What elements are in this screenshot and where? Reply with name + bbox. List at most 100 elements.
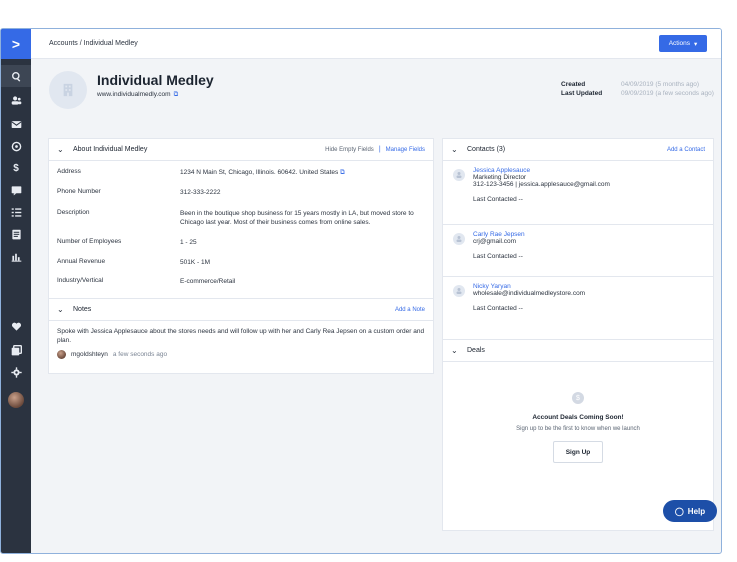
contact-detail: crj@gmail.com: [473, 238, 517, 245]
about-row: Annual Revenue 501K - 1M: [49, 258, 433, 277]
contact-name[interactable]: Jessica Applesauce: [473, 167, 705, 174]
created-label: Created: [561, 81, 586, 88]
contact-role: Marketing Director: [473, 174, 527, 181]
building-icon: [49, 71, 87, 109]
note-text: Spoke with Jessica Applesauce about the …: [57, 328, 425, 345]
page-title: Individual Medley: [97, 72, 214, 88]
field-label: Phone Number: [57, 188, 101, 195]
contacts-panel: ⌄ Contacts (3) Add a Contact Jessica App…: [442, 138, 714, 358]
caret-down-icon: ▾: [694, 40, 698, 48]
user-avatar[interactable]: [1, 389, 31, 411]
last-contacted: Last Contacted --: [473, 305, 523, 312]
reports-icon[interactable]: [1, 245, 31, 267]
about-panel: ⌄ About Individual Medley Hide Empty Fie…: [48, 138, 434, 318]
external-link-icon[interactable]: ⧉: [340, 169, 345, 176]
document-icon[interactable]: [1, 223, 31, 245]
last-contacted: Last Contacted --: [473, 196, 523, 203]
breadcrumb[interactable]: Accounts / Individual Medley: [49, 40, 138, 47]
coin-icon: $: [572, 392, 584, 404]
contacts-panel-header: ⌄ Contacts (3) Add a Contact: [443, 139, 713, 161]
about-panel-header: ⌄ About Individual Medley Hide Empty Fie…: [49, 139, 433, 161]
updated-label: Last Updated: [561, 90, 603, 97]
contact-item[interactable]: Jessica Applesauce Marketing Director 31…: [443, 161, 713, 225]
about-title: About Individual Medley: [73, 146, 148, 153]
pages-icon[interactable]: [1, 339, 31, 361]
address-value: 1234 N Main St, Chicago, Illinois. 60642…: [180, 169, 339, 176]
manage-fields-link[interactable]: Manage Fields: [386, 147, 425, 153]
external-link-icon[interactable]: ⧉: [174, 91, 179, 98]
field-value: E-commerce/Retail: [180, 278, 236, 285]
person-icon: [453, 285, 465, 297]
help-button[interactable]: ◯ Help: [663, 500, 717, 522]
field-value: Been in the boutique shop business for 1…: [180, 210, 414, 227]
add-note-link[interactable]: Add a Note: [395, 307, 425, 313]
chevron-down-icon[interactable]: ⌄: [451, 145, 459, 154]
deals-panel-header: ⌄ Deals: [443, 340, 713, 362]
notes-title: Notes: [73, 306, 92, 313]
contact-name[interactable]: Nicky Yaryan: [473, 283, 705, 290]
about-row: Description Been in the boutique shop bu…: [49, 209, 433, 238]
chevron-down-icon[interactable]: ⌄: [57, 305, 65, 314]
account-meta: Created 04/09/2019 (5 months ago) Last Up…: [561, 81, 715, 99]
deals-subtext: Sign up to be the first to know when we …: [516, 426, 640, 432]
heart-icon[interactable]: [1, 315, 31, 337]
contact-detail: 312-123-3456 | jessica.applesauce@gmail.…: [473, 181, 610, 188]
contact-detail: wholesale@individualmedleystore.com: [473, 290, 586, 297]
note-time: a few seconds ago: [112, 350, 168, 358]
note-meta: mgoldshteyn a few seconds ago: [49, 346, 433, 363]
deals-heading: Account Deals Coming Soon!: [532, 414, 624, 421]
notes-panel-header: ⌄ Notes Add a Note: [49, 299, 433, 321]
actions-label: Actions: [668, 40, 691, 47]
field-label: Industry/Vertical: [57, 277, 104, 284]
field-label: Number of Employees: [57, 238, 122, 245]
deals-empty-state: $ Account Deals Coming Soon! Sign up to …: [443, 362, 713, 463]
deals-icon[interactable]: [1, 135, 31, 157]
dollar-icon[interactable]: $: [1, 157, 31, 179]
contacts-title: Contacts (3): [467, 146, 506, 153]
author-avatar: [57, 349, 66, 359]
chevron-down-icon[interactable]: ⌄: [57, 145, 65, 154]
field-value: 312-333-2222: [180, 189, 221, 196]
deals-title: Deals: [467, 347, 485, 354]
about-row: Industry/Vertical E-commerce/Retail: [49, 277, 433, 295]
chat-icon: ◯: [674, 506, 684, 516]
search-icon[interactable]: [1, 65, 31, 87]
about-row: Phone Number 312-333-2222: [49, 188, 433, 209]
hide-empty-fields-link[interactable]: Hide Empty Fields: [325, 147, 374, 153]
last-contacted: Last Contacted --: [473, 253, 523, 260]
note-author: mgoldshteyn: [71, 350, 108, 358]
chevron-down-icon[interactable]: ⌄: [451, 346, 459, 355]
person-icon: [453, 169, 465, 181]
logo-icon[interactable]: >: [1, 29, 31, 59]
contact-item[interactable]: Nicky Yaryan wholesale@individualmedleys…: [443, 277, 713, 329]
mail-icon[interactable]: [1, 113, 31, 135]
app-window: > $ Accounts / Individual Medley Actions…: [0, 28, 722, 554]
add-contact-link[interactable]: Add a Contact: [667, 147, 705, 153]
website-link[interactable]: www.individualmedly.com: [97, 91, 171, 98]
divider: |: [378, 146, 381, 153]
actions-button[interactable]: Actions ▾: [659, 35, 707, 52]
contact-name[interactable]: Carly Rae Jepsen: [473, 231, 705, 238]
list-icon[interactable]: [1, 201, 31, 223]
field-label: Description: [57, 209, 90, 216]
contacts-icon[interactable]: [1, 89, 31, 111]
account-header: Individual Medley www.individualmedly.co…: [31, 59, 721, 139]
conversations-icon[interactable]: [1, 179, 31, 201]
settings-icon[interactable]: [1, 361, 31, 383]
person-icon: [453, 233, 465, 245]
updated-value: 09/09/2019 (a few seconds ago): [621, 90, 714, 97]
field-value: 1 - 25: [180, 239, 197, 246]
contact-item[interactable]: Carly Rae Jepsen crj@gmail.com Last Cont…: [443, 225, 713, 277]
field-value: 1234 N Main St, Chicago, Illinois. 60642…: [180, 168, 425, 188]
account-website[interactable]: www.individualmedly.com ⧉: [97, 91, 178, 99]
top-bar: Accounts / Individual Medley Actions ▾: [31, 29, 721, 59]
help-label: Help: [687, 506, 706, 516]
about-row: Address 1234 N Main St, Chicago, Illinoi…: [49, 168, 433, 188]
created-value: 04/09/2019 (5 months ago): [621, 81, 700, 88]
field-label: Annual Revenue: [57, 258, 106, 265]
sign-up-button[interactable]: Sign Up: [553, 441, 603, 463]
field-label: Address: [57, 168, 81, 175]
about-row: Number of Employees 1 - 25: [49, 238, 433, 258]
field-value: 501K - 1M: [180, 259, 210, 266]
sidebar: > $: [1, 29, 31, 553]
